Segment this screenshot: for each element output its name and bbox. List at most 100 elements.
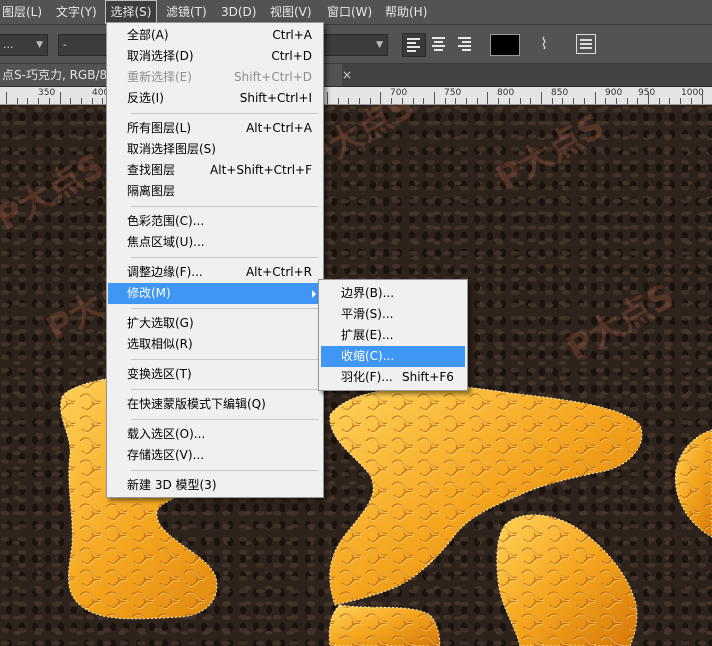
ruler-tick bbox=[605, 98, 606, 104]
menu-separator bbox=[131, 359, 319, 360]
font-style-dropdown[interactable]: - bbox=[58, 34, 108, 56]
menu-item-reselect: 重新选择(E) Shift+Ctrl+D bbox=[127, 70, 312, 84]
ruler-label: 850 bbox=[551, 88, 569, 98]
ruler-tick bbox=[81, 98, 82, 104]
ruler-label: 950 bbox=[638, 88, 656, 98]
ruler-label: 900 bbox=[605, 88, 623, 98]
menu-item-find-layers[interactable]: 查找图层 Alt+Shift+Ctrl+F bbox=[108, 160, 322, 181]
ruler-label: 1000 bbox=[681, 88, 704, 98]
menu-item-color-range[interactable]: 色彩范围(C)... bbox=[108, 211, 322, 232]
ruler-tick bbox=[691, 98, 692, 104]
menu-separator bbox=[131, 206, 319, 207]
submenu-item-feather[interactable]: 羽化(F)... Shift+F6 bbox=[321, 367, 465, 388]
ruler-tick bbox=[455, 98, 456, 104]
ruler-tick bbox=[92, 98, 93, 104]
align-left-button[interactable] bbox=[402, 33, 426, 57]
menu-separator bbox=[131, 419, 319, 420]
ruler-tick bbox=[423, 98, 424, 104]
menu-item-quick-mask[interactable]: 在快速蒙版模式下编辑(Q) bbox=[108, 394, 322, 415]
menu-item-isolate-layers[interactable]: 隔离图层 bbox=[108, 181, 322, 202]
menu-select[interactable]: 选择(S) bbox=[105, 0, 157, 24]
ruler-tick bbox=[27, 98, 28, 104]
menu-item-deselect[interactable]: 取消选择(D) Ctrl+D bbox=[108, 46, 322, 67]
menu-item-deselect-layers[interactable]: 取消选择图层(S) bbox=[108, 139, 322, 160]
ruler-tick bbox=[487, 92, 488, 104]
ruler-tick bbox=[370, 98, 371, 104]
ruler-tick bbox=[102, 98, 103, 104]
menu-item-select-all[interactable]: 全部(A) Ctrl+A bbox=[108, 25, 322, 46]
ruler-tick bbox=[648, 92, 649, 104]
menu-item-save-selection[interactable]: 存储选区(V)... bbox=[108, 445, 322, 466]
ruler-tick bbox=[6, 92, 7, 104]
ruler-label: 350 bbox=[38, 88, 56, 98]
align-right-button[interactable] bbox=[454, 33, 476, 55]
menu-item-similar[interactable]: 选取相似(R) bbox=[108, 334, 322, 355]
menu-type[interactable]: 文字(Y) bbox=[56, 0, 97, 24]
close-icon[interactable]: × bbox=[342, 64, 352, 86]
menu-item-refine-edge[interactable]: 调整边缘(F)... Alt+Ctrl+R bbox=[108, 262, 322, 283]
menu-filter[interactable]: 滤镜(T) bbox=[166, 0, 207, 24]
anti-alias-dropdown[interactable]: ▼ bbox=[322, 34, 388, 56]
ruler-tick bbox=[627, 98, 628, 104]
modify-submenu: 边界(B)... 平滑(S)... 扩展(E)... 收缩(C)... 羽化(F… bbox=[318, 279, 468, 391]
submenu-arrow-icon bbox=[312, 290, 316, 298]
menu-item-load-selection[interactable]: 载入选区(O)... bbox=[108, 424, 322, 445]
menu-item-transform-selection[interactable]: 变换选区(T) bbox=[108, 364, 322, 385]
ruler-tick bbox=[595, 92, 596, 104]
ruler-tick bbox=[584, 98, 585, 104]
ruler-tick bbox=[616, 98, 617, 104]
ruler-tick bbox=[38, 98, 39, 104]
document-title: 点S-巧克力, RGB/8 bbox=[2, 68, 108, 82]
menu-3d[interactable]: 3D(D) bbox=[221, 0, 256, 24]
menu-item-new-3d-model[interactable]: 新建 3D 模型(3) bbox=[108, 475, 322, 496]
menu-item-focus-area[interactable]: 焦点区域(U)... bbox=[108, 232, 322, 253]
ruler-tick bbox=[49, 98, 50, 104]
ruler-label: 700 bbox=[390, 88, 408, 98]
submenu-item-contract[interactable]: 收缩(C)... bbox=[321, 346, 465, 367]
ruler-tick bbox=[434, 92, 435, 104]
ruler-tick bbox=[70, 98, 71, 104]
menu-separator bbox=[131, 308, 319, 309]
ruler-label: 750 bbox=[444, 88, 462, 98]
menu-help[interactable]: 帮助(H) bbox=[385, 0, 427, 24]
menu-view[interactable]: 视图(V) bbox=[270, 0, 312, 24]
ruler-tick bbox=[338, 98, 339, 104]
ruler-tick bbox=[573, 98, 574, 104]
menu-item-all-layers[interactable]: 所有图层(L) Alt+Ctrl+A bbox=[108, 118, 322, 139]
menu-separator bbox=[131, 389, 319, 390]
ruler-tick bbox=[541, 92, 542, 104]
ruler-tick bbox=[391, 98, 392, 104]
menu-item-modify[interactable]: 修改(M) bbox=[108, 283, 322, 304]
ruler-tick bbox=[562, 98, 563, 104]
menu-separator bbox=[131, 257, 319, 258]
ruler-tick bbox=[680, 98, 681, 104]
ruler-tick bbox=[348, 98, 349, 104]
select-menu-dropdown: 全部(A) Ctrl+A 取消选择(D) Ctrl+D 重新选择(E) Shift+C… bbox=[106, 22, 324, 498]
menu-item-grow[interactable]: 扩大选取(G) bbox=[108, 313, 322, 334]
menu-separator bbox=[131, 470, 319, 471]
menu-layer[interactable]: 图层(L) bbox=[2, 0, 42, 24]
ruler-tick bbox=[327, 92, 328, 104]
text-color-swatch[interactable] bbox=[490, 34, 520, 56]
ruler-tick bbox=[359, 98, 360, 104]
ruler-tick bbox=[413, 98, 414, 104]
ruler-tick bbox=[702, 92, 703, 104]
submenu-item-smooth[interactable]: 平滑(S)... bbox=[321, 304, 465, 325]
ruler-tick bbox=[669, 98, 670, 104]
chevron-down-icon: ▼ bbox=[376, 40, 383, 50]
font-family-dropdown[interactable]: ... ▼ bbox=[0, 34, 48, 56]
ruler-tick bbox=[509, 98, 510, 104]
ruler-tick bbox=[637, 98, 638, 104]
ruler-tick bbox=[380, 92, 381, 104]
submenu-item-border[interactable]: 边界(B)... bbox=[321, 283, 465, 304]
ruler-tick bbox=[466, 98, 467, 104]
ruler-tick bbox=[498, 98, 499, 104]
ruler-tick bbox=[445, 98, 446, 104]
menu-item-inverse[interactable]: 反选(I) Shift+Ctrl+I bbox=[108, 88, 322, 109]
submenu-item-expand[interactable]: 扩展(E)... bbox=[321, 325, 465, 346]
character-panel-icon[interactable] bbox=[576, 34, 596, 54]
align-center-button[interactable] bbox=[428, 33, 450, 55]
menu-separator bbox=[131, 113, 319, 114]
menu-window[interactable]: 窗口(W) bbox=[327, 0, 372, 24]
warp-text-icon[interactable]: ⌇ bbox=[535, 33, 553, 55]
